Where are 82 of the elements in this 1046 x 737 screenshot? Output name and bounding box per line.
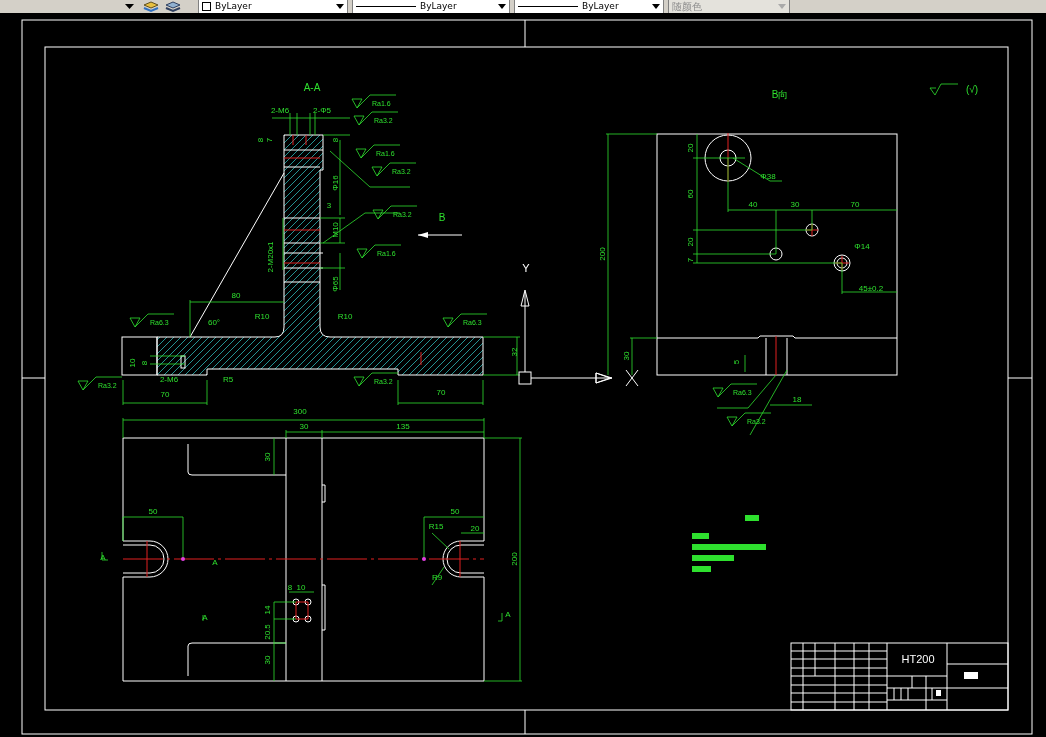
y-axis-label: Y <box>522 262 530 274</box>
dimension-text: 50 <box>148 507 158 516</box>
dimension-text: 70 <box>160 390 170 399</box>
general-roughness-note: (√) <box>965 84 979 95</box>
dimension-text: 2-Φ5 <box>313 106 331 115</box>
dimension-text: 30 <box>790 200 800 209</box>
dimension-text: 50 <box>450 507 460 516</box>
dimension-text: M10 <box>331 222 340 238</box>
roughness-symbol-icon <box>129 313 175 328</box>
dimension-text: 2-M6 <box>159 375 179 384</box>
dimension-text: 18 <box>792 395 802 404</box>
dimension-text: 20.5 <box>263 624 272 640</box>
dimension-text: Φ14 <box>854 242 870 251</box>
roughness-symbol-icon <box>353 111 399 126</box>
dimension-text: 7 <box>686 257 695 263</box>
property-dropdown[interactable]: ByLayer <box>514 0 664 13</box>
dimension-text: Φ65 <box>331 276 340 292</box>
roughness-symbol-icon <box>372 205 418 220</box>
property-dropdown[interactable]: ByLayer <box>352 0 510 13</box>
material-text: HT200 <box>901 653 935 665</box>
dimension-text: Φ38 <box>760 172 776 181</box>
dimension-text: 30 <box>299 422 309 431</box>
datum-triangle-icon <box>595 372 611 384</box>
dimension-text: 30 <box>622 351 631 361</box>
section-mark-label: A <box>202 613 208 622</box>
dimension-text: 45±0.2 <box>858 284 884 293</box>
dimension-text: 14 <box>263 605 272 615</box>
roughness-symbol-icon <box>351 94 397 109</box>
property-dropdown[interactable]: ByLayer <box>198 0 348 13</box>
dimension-text: 10 <box>128 358 137 368</box>
roughness-symbol-icon <box>929 83 959 96</box>
dimension-text: R10 <box>254 312 270 321</box>
dimension-text: R9 <box>431 573 443 582</box>
dimension-text: R5 <box>222 375 234 384</box>
roughness-symbol-icon <box>77 376 123 391</box>
dimension-text: 70 <box>436 388 446 397</box>
dimension-text: Φ16 <box>331 175 340 191</box>
view-title: B向 <box>771 89 789 100</box>
dimension-text: 200 <box>510 552 519 566</box>
roughness-symbol-icon <box>355 144 401 159</box>
dimension-text: 70 <box>850 200 860 209</box>
section-mark-label: A <box>212 558 218 567</box>
section-mark-label: A <box>100 553 106 562</box>
dimension-text: 8 <box>140 360 149 366</box>
dimension-text: 8 <box>331 137 340 143</box>
dimension-text: 60° <box>207 318 221 327</box>
view-arrow-label: B <box>438 212 446 223</box>
dimension-text: R15 <box>428 522 444 531</box>
dimension-text: 200 <box>598 247 607 261</box>
dimension-text: 32 <box>510 347 519 357</box>
x-axis-mark-icon <box>625 369 639 387</box>
roughness-symbol-icon <box>442 313 488 328</box>
roughness-symbol-icon <box>712 383 758 398</box>
layers-icon[interactable] <box>142 0 160 13</box>
dimension-text: 8 <box>287 583 293 592</box>
dimension-text: 80 <box>231 291 241 300</box>
ucs-axes-icon <box>518 289 613 385</box>
roughness-symbol-icon <box>356 244 402 259</box>
section-title: A-A <box>303 82 321 93</box>
dimension-text: 135 <box>396 422 410 431</box>
dimension-text: 7 <box>265 137 274 143</box>
layers-icon[interactable] <box>164 0 182 13</box>
roughness-symbol-icon <box>371 162 417 177</box>
dropdown-arrow-icon[interactable] <box>125 3 134 10</box>
dimension-text: 2-M20x1 <box>266 241 275 273</box>
dimension-text: 2-M6 <box>270 106 290 115</box>
section-mark-label: A <box>505 610 511 619</box>
dimension-text: 30 <box>263 452 272 462</box>
dimension-text: 3 <box>326 201 332 210</box>
dimension-text: 5 <box>732 359 741 365</box>
dimension-text: 300 <box>293 407 307 416</box>
roughness-symbol-icon <box>353 372 399 387</box>
dimension-text: 10 <box>296 583 306 592</box>
roughness-symbol-icon <box>726 412 772 427</box>
dimension-text: 20 <box>686 143 695 153</box>
dimension-text: R10 <box>337 312 353 321</box>
dimension-text: 20 <box>686 237 695 247</box>
dimension-text: 30 <box>263 655 272 665</box>
dimension-text: 60 <box>686 189 695 199</box>
dimension-text: 40 <box>748 200 758 209</box>
dimension-text: 8 <box>256 137 265 143</box>
dimension-text: 20 <box>470 524 480 533</box>
